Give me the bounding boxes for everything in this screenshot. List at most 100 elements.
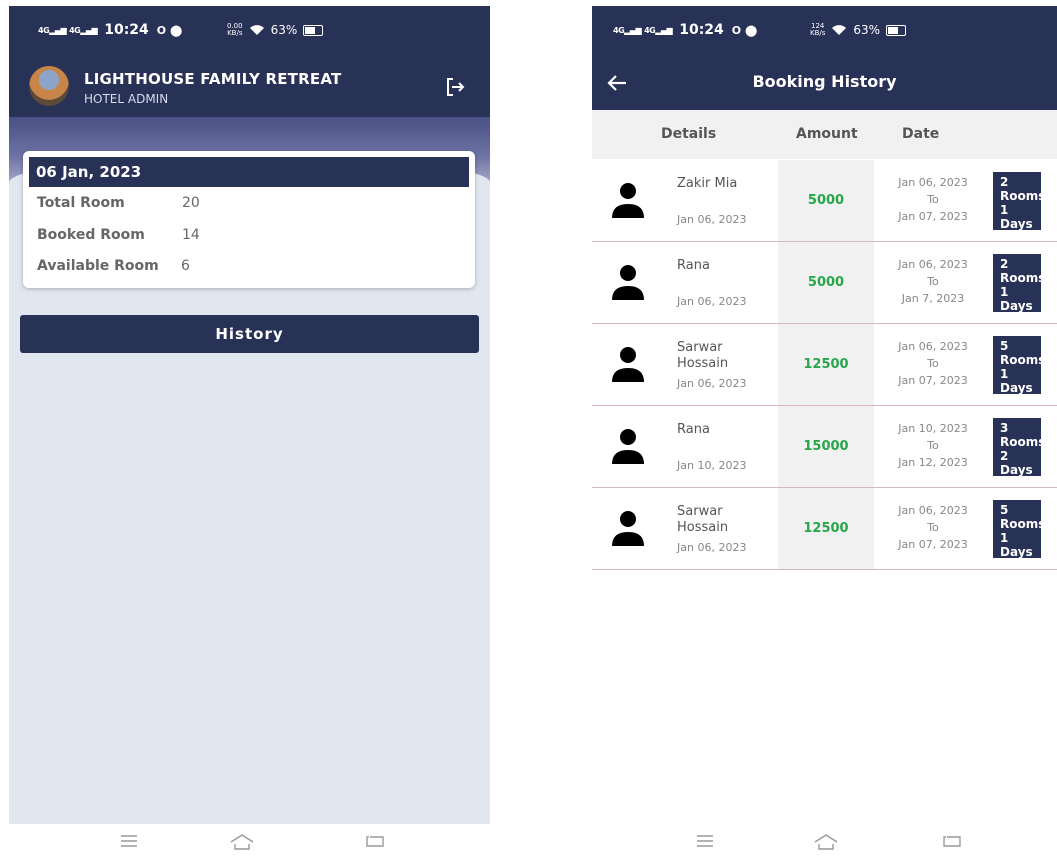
guest-name: Rana: [677, 258, 710, 273]
signal-icon: 4G▂▄▆: [613, 25, 642, 35]
booking-row[interactable]: Sarwar Hossain Jan 06, 2023 12500 Jan 06, 2…: [592, 324, 1057, 406]
rooms-badge: 2 Rooms 1 Days: [993, 254, 1046, 313]
stay-to-label: To: [927, 521, 939, 534]
booking-row[interactable]: Rana Jan 06, 2023 5000 Jan 06, 2023 To Jan 7,…: [592, 242, 1057, 324]
stay-to: Jan 07, 2023: [898, 374, 968, 387]
booking-amount: 5000: [807, 193, 845, 208]
rooms-count: 2: [1000, 257, 1009, 271]
summary-value: 14: [182, 227, 200, 243]
rooms-badge: 2 Rooms 1 Days: [993, 172, 1046, 231]
wifi-icon: [832, 25, 847, 35]
status-time: 10:24: [679, 22, 724, 38]
booking-row[interactable]: Sarwar Hossain Jan 06, 2023 12500 Jan 06, 2…: [592, 488, 1057, 570]
amount-cell: 15000: [778, 406, 874, 487]
rooms-label: Rooms: [1000, 435, 1046, 449]
battery-icon: [886, 24, 907, 36]
stay-dates: Jan 06, 2023 To Jan 07, 2023: [874, 502, 992, 553]
column-header-details: Details: [661, 126, 717, 142]
stay-from: Jan 06, 2023: [898, 504, 968, 517]
booking-amount: 12500: [803, 357, 849, 372]
amount-cell: 12500: [778, 324, 874, 405]
signal-icon: 4G▂▄▆: [644, 25, 673, 35]
stay-dates: Jan 10, 2023 To Jan 12, 2023: [874, 420, 992, 471]
person-icon: [612, 265, 644, 300]
person-icon: [612, 511, 644, 546]
booking-date: Jan 06, 2023: [677, 377, 747, 390]
booking-amount: 5000: [807, 275, 845, 290]
logout-icon[interactable]: [444, 76, 466, 98]
stay-to-label: To: [927, 275, 939, 288]
guest-name: Sarwar Hossain: [677, 340, 729, 371]
stay-dates: Jan 06, 2023 To Jan 7, 2023: [874, 256, 992, 307]
system-navbar: [9, 826, 490, 856]
booking-date: Jan 10, 2023: [677, 459, 747, 472]
amount-cell: 12500: [778, 488, 874, 569]
menu-icon[interactable]: [120, 834, 138, 848]
summary-row-booked: Booked Room 14: [37, 227, 200, 243]
days-count: 1 Days: [1000, 285, 1033, 313]
signal-icon: 4G▂▄▆: [38, 25, 67, 35]
history-button[interactable]: History: [20, 315, 479, 353]
rooms-label: Rooms: [1000, 353, 1046, 367]
booking-amount: 12500: [803, 521, 849, 536]
status-notification-icons: O ⬤: [156, 23, 183, 37]
rooms-count: 2: [1000, 175, 1009, 189]
menu-icon[interactable]: [696, 834, 714, 848]
amount-cell: 5000: [778, 160, 874, 241]
rooms-count: 5: [1000, 339, 1009, 353]
guest-name: Rana: [677, 422, 710, 437]
rooms-count: 5: [1000, 503, 1009, 517]
stay-from: Jan 06, 2023: [898, 340, 968, 353]
back-icon[interactable]: [942, 834, 962, 848]
table-header: Details Amount Date: [592, 110, 1057, 159]
booking-date: Jan 06, 2023: [677, 295, 747, 308]
rooms-label: Rooms: [1000, 271, 1046, 285]
wifi-icon: [249, 25, 264, 35]
summary-value: 6: [181, 258, 190, 274]
network-speed: 0.00 KB/s: [227, 22, 243, 37]
app-header: 4G▂▄▆ 4G▂▄▆ 10:24 O ⬤ 0.00 KB/s 63% LIGHT…: [9, 6, 490, 117]
page-title: Booking History: [752, 72, 897, 91]
hotel-logo: [29, 66, 69, 106]
summary-row-available: Available Room 6: [37, 258, 190, 274]
stay-dates: Jan 06, 2023 To Jan 07, 2023: [874, 174, 992, 225]
back-icon[interactable]: [365, 834, 385, 848]
battery-percent: 63%: [853, 23, 881, 37]
user-role: HOTEL ADMIN: [84, 92, 169, 106]
dashboard-screen: 4G▂▄▆ 4G▂▄▆ 10:24 O ⬤ 0.00 KB/s 63% LIGHT…: [9, 6, 490, 824]
stay-to: Jan 12, 2023: [898, 456, 968, 469]
booking-row[interactable]: Rana Jan 10, 2023 15000 Jan 10, 2023 To Jan 1…: [592, 406, 1057, 488]
status-bar: 4G▂▄▆ 4G▂▄▆ 10:24 O ⬤ 0.00 KB/s 63%: [9, 6, 490, 54]
battery-percent: 63%: [270, 23, 298, 37]
days-count: 2 Days: [1000, 449, 1033, 477]
app-header: 4G▂▄▆ 4G▂▄▆ 10:24 O ⬤ 124 KB/s 63% Bookin…: [592, 6, 1057, 110]
rooms-badge: 3 Rooms 2 Days: [993, 418, 1046, 477]
room-summary-card: 06 Jan, 2023 Total Room 20 Booked Room 1…: [23, 151, 475, 288]
home-icon[interactable]: [814, 834, 838, 850]
booking-date: Jan 06, 2023: [677, 541, 747, 554]
rooms-count: 3: [1000, 421, 1009, 435]
booking-date: Jan 06, 2023: [677, 213, 747, 226]
rooms-label: Rooms: [1000, 189, 1046, 203]
stay-from: Jan 06, 2023: [898, 176, 968, 189]
booking-amount: 15000: [803, 439, 849, 454]
status-notification-icons: O ⬤: [731, 23, 758, 37]
stay-to: Jan 7, 2023: [901, 292, 965, 305]
amount-cell: 5000: [778, 242, 874, 323]
battery-icon: [303, 24, 324, 36]
signal-icon: 4G▂▄▆: [69, 25, 98, 35]
home-icon[interactable]: [230, 834, 254, 850]
summary-label: Booked Room: [37, 227, 145, 243]
summary-label: Total Room: [37, 195, 125, 211]
booking-row[interactable]: Zakir Mia Jan 06, 2023 5000 Jan 06, 2023 To J…: [592, 160, 1057, 242]
stay-to-label: To: [927, 193, 939, 206]
system-navbar: [592, 826, 1057, 856]
summary-label: Available Room: [37, 258, 159, 274]
stay-from: Jan 10, 2023: [898, 422, 968, 435]
status-time: 10:24: [104, 22, 149, 38]
status-bar: 4G▂▄▆ 4G▂▄▆ 10:24 O ⬤ 124 KB/s 63%: [592, 6, 1057, 54]
stay-dates: Jan 06, 2023 To Jan 07, 2023: [874, 338, 992, 389]
hotel-name: LIGHTHOUSE FAMILY RETREAT: [84, 70, 342, 88]
summary-row-total: Total Room 20: [37, 195, 200, 211]
stay-to-label: To: [927, 357, 939, 370]
